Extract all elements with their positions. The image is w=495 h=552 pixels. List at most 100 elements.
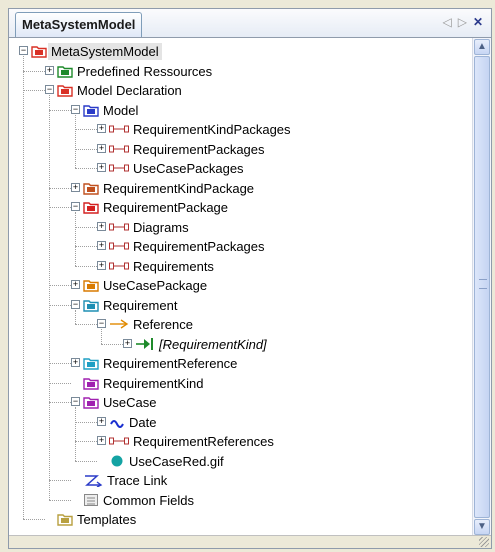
tree-node-label: RequirementPackages — [133, 141, 265, 157]
tree-node-label: Trace Link — [107, 473, 168, 488]
tree-connector — [75, 460, 97, 462]
tab-strip: MetaSystemModel ◁▷✕ — [9, 9, 491, 38]
tree-node[interactable]: RequirementKind — [9, 374, 469, 393]
tree-node-label: Model — [103, 102, 139, 118]
tree-connector — [23, 90, 45, 91]
scroll-up-icon[interactable]: ▲ — [474, 39, 490, 55]
tree-node-label: UseCasePackage — [103, 278, 208, 293]
grip-icon — [479, 279, 487, 289]
tree-node[interactable]: + RequirementKindPackage — [9, 179, 469, 198]
tree-connector — [75, 324, 97, 325]
tree-node[interactable]: − MetaSystemModel — [9, 42, 469, 61]
tree-connector — [49, 402, 71, 403]
tree-connector — [75, 226, 97, 228]
tree-node[interactable]: + RequirementKindPackages — [9, 120, 469, 139]
tree-node[interactable]: + Date — [9, 413, 469, 432]
tree-node[interactable]: + Diagrams — [9, 218, 469, 237]
vertical-scrollbar[interactable]: ▲ ▼ — [472, 38, 491, 536]
tree-connector — [75, 441, 97, 442]
tree-node-label: Common Fields — [103, 492, 195, 508]
tree-node-label: Requirements — [133, 258, 214, 274]
tree-connector — [75, 168, 97, 169]
left-arrow-icon[interactable]: ◁ — [442, 15, 457, 29]
tree-connector — [49, 187, 71, 189]
scrollbar-thumb[interactable] — [474, 56, 490, 518]
tree-node[interactable]: − Model Declaration — [9, 81, 469, 100]
tree-connector — [101, 343, 123, 345]
tree-node-label: Diagrams — [133, 219, 189, 235]
tree-node[interactable]: + RequirementPackages — [9, 237, 469, 256]
tree-node-label: Reference — [133, 317, 193, 332]
tree-node-label: Model Declaration — [77, 83, 182, 98]
tree-node[interactable]: + RequirementReference — [9, 354, 469, 373]
expand-icon[interactable]: + — [71, 182, 80, 192]
tree-connector — [75, 129, 97, 130]
tree-node-label: [RequirementKind] — [159, 336, 267, 352]
scroll-down-icon[interactable]: ▼ — [474, 519, 490, 535]
tree-node-label: RequirementPackage — [103, 200, 229, 215]
tab-meta-system-model[interactable]: MetaSystemModel — [15, 12, 143, 37]
tree-node-label: UseCasePackages — [133, 161, 244, 176]
tree-node[interactable]: − Requirement — [9, 296, 469, 315]
resize-grip-icon[interactable] — [479, 537, 489, 547]
tree-node[interactable]: + [RequirementKind] — [9, 335, 469, 354]
tree-node[interactable]: − RequirementPackage — [9, 198, 469, 217]
expand-icon[interactable]: + — [97, 143, 106, 153]
expand-icon[interactable]: + — [45, 65, 54, 75]
tree-connector — [75, 421, 97, 423]
tree-node-label: RequirementReference — [103, 356, 238, 371]
expand-icon[interactable]: + — [97, 163, 106, 172]
tree-node-label: Date — [129, 414, 157, 430]
tree-connector — [23, 519, 45, 520]
expand-icon[interactable]: + — [97, 260, 106, 270]
right-arrow-icon[interactable]: ▷ — [458, 15, 473, 29]
collapse-icon[interactable]: − — [97, 319, 106, 328]
tree-node-label: UseCaseRed.gif — [129, 453, 224, 469]
tree-connector — [49, 285, 71, 286]
expand-icon[interactable]: + — [97, 124, 106, 133]
tree-node-label: UseCase — [103, 395, 157, 410]
tree-connector — [49, 499, 71, 501]
tree-node-label: RequirementReferences — [133, 434, 274, 449]
tree-node-label: RequirementPackages — [133, 239, 265, 254]
tree-node-label: RequirementKindPackage — [103, 180, 255, 196]
tree-connector — [49, 304, 71, 306]
expand-icon[interactable]: + — [97, 241, 106, 250]
collapse-icon[interactable]: − — [71, 397, 80, 406]
tree-node[interactable]: + Requirements — [9, 257, 469, 276]
tree-node[interactable]: − Reference — [9, 315, 469, 334]
collapse-icon[interactable]: − — [19, 46, 28, 55]
tree-node[interactable]: + Predefined Ressources — [9, 62, 469, 81]
tree-node[interactable]: + UseCasePackage — [9, 276, 469, 295]
collapse-icon[interactable]: − — [71, 202, 80, 211]
expand-icon[interactable]: + — [71, 280, 80, 289]
tree-node[interactable]: + RequirementReferences — [9, 432, 469, 451]
model-tree: − MetaSystemModel + Predefined Ressources − M… — [9, 38, 471, 536]
tree-connector — [75, 148, 97, 150]
collapse-icon[interactable]: − — [71, 104, 80, 114]
tree-node[interactable]: − Model — [9, 101, 469, 120]
tree-connector — [23, 70, 45, 72]
expand-icon[interactable]: + — [97, 416, 106, 426]
collapse-icon[interactable]: − — [71, 299, 80, 309]
tree-node[interactable]: + RequirementPackages — [9, 140, 469, 159]
tree-connector — [49, 480, 71, 481]
expand-icon[interactable]: + — [123, 338, 132, 348]
tree-node[interactable]: Templates — [9, 510, 469, 529]
tree-node[interactable]: UseCaseRed.gif — [9, 452, 469, 471]
tree-node-label: Templates — [77, 512, 137, 527]
tree-node-label: Requirement — [103, 297, 178, 313]
collapse-icon[interactable]: − — [45, 85, 54, 94]
tree-node[interactable]: + UseCasePackages — [9, 159, 469, 178]
tree-node[interactable]: Trace Link — [9, 471, 469, 490]
close-icon[interactable]: ✕ — [473, 15, 483, 29]
tree-node[interactable]: − UseCase — [9, 393, 469, 412]
expand-icon[interactable]: + — [97, 221, 106, 231]
expand-icon[interactable]: + — [97, 436, 106, 445]
expand-icon[interactable]: + — [71, 358, 80, 367]
status-bar — [9, 535, 491, 548]
tree-node-label: RequirementKindPackages — [133, 122, 291, 137]
tree-node[interactable]: Common Fields — [9, 491, 469, 510]
tree-node-label: MetaSystemModel — [48, 43, 162, 60]
tree-node-label: RequirementKind — [103, 375, 204, 391]
